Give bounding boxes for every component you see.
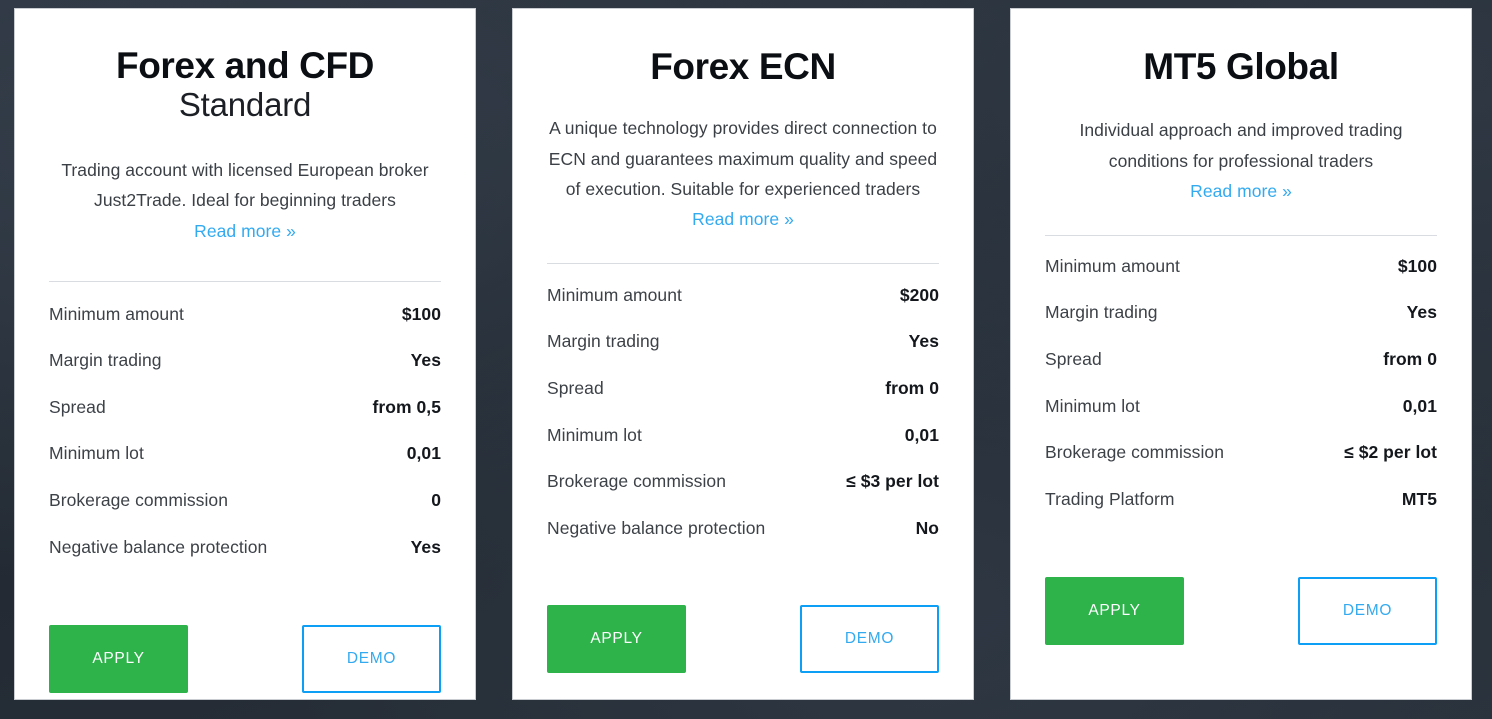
feature-value: from 0,5	[372, 396, 441, 417]
feature-label: Spread	[49, 396, 106, 417]
feature-value: ≤ $3 per lot	[846, 471, 939, 492]
read-more-wrapper: Read more »	[547, 204, 939, 234]
card-actions: APPLY DEMO	[547, 605, 939, 674]
features-list: Minimum amount $100 Margin trading Yes S…	[49, 304, 441, 584]
account-card-forex-and-cfd: Forex and CFD Standard Trading account w…	[14, 8, 476, 700]
feature-row: Margin trading Yes	[49, 350, 441, 397]
card-description-block: Trading account with licensed European b…	[49, 155, 441, 245]
card-description: Individual approach and improved trading…	[1079, 120, 1403, 171]
read-more-link[interactable]: Read more »	[1190, 176, 1292, 206]
feature-row: Trading Platform MT5	[1045, 489, 1437, 536]
feature-value: 0,01	[406, 443, 441, 464]
apply-button[interactable]: APPLY	[49, 625, 188, 694]
card-header: Forex and CFD Standard	[49, 9, 441, 125]
feature-label: Minimum lot	[547, 424, 642, 445]
demo-button[interactable]: DEMO	[800, 605, 939, 674]
feature-label: Minimum amount	[547, 284, 682, 305]
demo-button[interactable]: DEMO	[1298, 577, 1437, 646]
feature-label: Spread	[1045, 348, 1102, 369]
features-list: Minimum amount $100 Margin trading Yes S…	[1045, 256, 1437, 536]
feature-value: 0,01	[1402, 395, 1437, 416]
feature-value: from 0	[1383, 348, 1437, 369]
feature-value: from 0	[885, 378, 939, 398]
feature-label: Brokerage commission	[547, 471, 726, 492]
feature-label: Negative balance protection	[547, 517, 766, 538]
card-actions: APPLY DEMO	[49, 625, 441, 694]
feature-label: Margin trading	[49, 350, 162, 371]
apply-button[interactable]: APPLY	[1045, 577, 1184, 646]
feature-row: Minimum lot 0,01	[49, 443, 441, 490]
feature-value: $200	[899, 284, 939, 305]
account-card-forex-ecn: Forex ECN A unique technology provides d…	[512, 8, 974, 700]
card-description: A unique technology provides direct conn…	[548, 118, 938, 199]
read-more-link[interactable]: Read more »	[194, 216, 296, 246]
card-title: MT5 Global	[1143, 46, 1339, 87]
feature-row: Minimum amount $100	[49, 304, 441, 351]
feature-label: Spread	[547, 378, 604, 398]
feature-row: Brokerage commission ≤ $3 per lot	[547, 471, 939, 518]
feature-value: ≤ $2 per lot	[1344, 442, 1437, 463]
feature-value: $100	[401, 303, 441, 324]
features-list: Minimum amount $200 Margin trading Yes S…	[547, 285, 939, 565]
card-actions: APPLY DEMO	[1045, 577, 1437, 646]
feature-label: Trading Platform	[1045, 488, 1175, 509]
feature-row: Minimum amount $100	[1045, 256, 1437, 303]
feature-value: MT5	[1401, 488, 1437, 509]
read-more-wrapper: Read more »	[1045, 176, 1437, 206]
feature-value: $100	[1397, 255, 1437, 276]
feature-value: Yes	[908, 331, 939, 352]
feature-value: 0	[431, 490, 441, 511]
apply-button[interactable]: APPLY	[547, 605, 686, 674]
feature-value: Yes	[1406, 302, 1437, 323]
feature-label: Negative balance protection	[49, 536, 268, 557]
read-more-wrapper: Read more »	[49, 216, 441, 246]
feature-value: 0,01	[904, 424, 939, 445]
feature-row: Minimum lot 0,01	[1045, 396, 1437, 443]
card-title: Forex and CFD	[116, 45, 374, 86]
feature-row: Spread from 0,5	[49, 397, 441, 444]
feature-value: Yes	[410, 350, 441, 371]
feature-row: Minimum lot 0,01	[547, 425, 939, 472]
feature-label: Margin trading	[547, 331, 660, 352]
card-divider	[49, 280, 441, 282]
feature-label: Minimum lot	[1045, 395, 1140, 416]
feature-value: No	[915, 517, 939, 538]
feature-label: Brokerage commission	[49, 490, 228, 511]
feature-label: Brokerage commission	[1045, 442, 1224, 463]
feature-label: Minimum amount	[1045, 255, 1180, 276]
card-description-block: A unique technology provides direct conn…	[547, 113, 939, 233]
feature-label: Minimum amount	[49, 303, 184, 324]
pricing-cards-board: Forex and CFD Standard Trading account w…	[0, 0, 1492, 719]
feature-row: Negative balance protection No	[547, 518, 939, 565]
card-description-block: Individual approach and improved trading…	[1045, 115, 1437, 205]
demo-button[interactable]: DEMO	[302, 625, 441, 694]
card-header: Forex ECN	[547, 9, 939, 87]
card-header: MT5 Global	[1045, 9, 1437, 87]
feature-row: Spread from 0	[547, 378, 939, 425]
feature-row: Margin trading Yes	[547, 331, 939, 378]
account-card-mt5-global: MT5 Global Individual approach and impro…	[1010, 8, 1472, 700]
feature-row: Margin trading Yes	[1045, 302, 1437, 349]
feature-value: Yes	[410, 536, 441, 557]
read-more-link[interactable]: Read more »	[692, 204, 794, 234]
card-divider	[547, 262, 939, 264]
card-title: Forex ECN	[650, 46, 836, 87]
card-subtitle: Standard	[178, 86, 312, 124]
feature-row: Spread from 0	[1045, 349, 1437, 396]
feature-row: Minimum amount $200	[547, 285, 939, 332]
feature-row: Brokerage commission 0	[49, 490, 441, 537]
feature-row: Negative balance protection Yes	[49, 537, 441, 584]
card-description: Trading account with licensed European b…	[61, 160, 429, 211]
feature-label: Minimum lot	[49, 443, 144, 464]
feature-row: Brokerage commission ≤ $2 per lot	[1045, 442, 1437, 489]
card-divider	[1045, 234, 1437, 236]
feature-label: Margin trading	[1045, 302, 1158, 323]
